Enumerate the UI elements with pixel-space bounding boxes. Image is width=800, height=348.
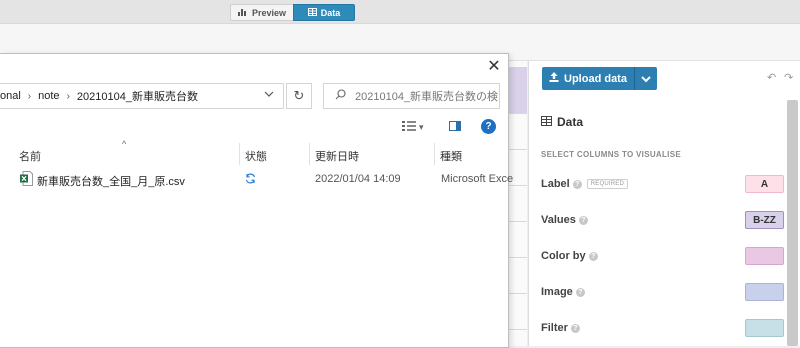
field-label: Image	[541, 286, 573, 298]
excel-file-icon	[20, 171, 33, 186]
field-label: Values	[541, 214, 576, 226]
search-icon	[335, 89, 346, 103]
required-badge: REQUIRED	[586, 179, 629, 189]
preview-tab[interactable]: Preview	[230, 4, 293, 21]
data-heading-label: Data	[557, 115, 584, 129]
field-label: Label	[541, 178, 570, 190]
chevron-down-icon[interactable]	[264, 89, 274, 100]
breadcrumb-item[interactable]: onal	[0, 90, 21, 102]
data-section-heading: Data	[541, 115, 583, 129]
chevron-right-icon: ›	[27, 90, 32, 102]
column-header-type[interactable]: 種類	[440, 148, 462, 164]
view-toggle: Preview Data	[230, 4, 355, 21]
caret-down-icon: ▾	[419, 121, 424, 132]
refresh-icon: ↻	[293, 88, 305, 103]
help-icon[interactable]: ?	[575, 287, 585, 297]
breadcrumb-item[interactable]: 20210104_新車販売台数	[77, 88, 198, 104]
chevron-down-icon	[641, 72, 651, 86]
field-row-values: Values ? B-ZZ	[541, 211, 786, 229]
column-divider[interactable]	[434, 143, 435, 165]
column-selector-filter[interactable]	[745, 319, 784, 337]
file-type: Microsoft Exce	[441, 173, 514, 185]
field-label: Filter	[541, 322, 568, 334]
field-row-color-by: Color by ?	[541, 247, 786, 265]
breadcrumb-item[interactable]: note	[38, 90, 59, 102]
sync-status-icon	[245, 173, 256, 187]
table-icon	[307, 7, 317, 18]
file-modified: 2022/01/04 14:09	[315, 173, 401, 185]
list-view-icon	[402, 121, 416, 133]
help-icon[interactable]: ?	[588, 251, 598, 261]
column-selector-image[interactable]	[745, 283, 784, 301]
file-row[interactable]: 新車販売台数_全国_月_原.csv 2022/01/04 14:09 Micro…	[0, 169, 513, 189]
upload-options-dropdown[interactable]	[634, 67, 657, 90]
help-icon[interactable]: ?	[481, 119, 496, 134]
upload-data-button[interactable]: Upload data	[542, 67, 634, 90]
dialog-toolbar: ▾ ?	[0, 114, 508, 140]
column-selector-color-by[interactable]	[745, 247, 784, 265]
refresh-button[interactable]: ↻	[286, 83, 312, 109]
address-bar[interactable]: onal › note › 20210104_新車販売台数	[0, 83, 284, 109]
column-selector-label[interactable]: A	[745, 175, 784, 193]
data-label: Data	[320, 7, 341, 18]
view-options-button[interactable]: ▾	[402, 121, 424, 133]
upload-icon	[549, 72, 559, 85]
upload-data-label: Upload data	[564, 72, 627, 85]
column-selector-values[interactable]: B-ZZ	[745, 211, 784, 229]
file-name: 新車販売台数_全国_月_原.csv	[37, 176, 185, 188]
field-row-filter: Filter ?	[541, 319, 786, 337]
sort-ascending-icon: ^	[122, 139, 127, 149]
field-row-label: Label ? REQUIRED A	[541, 175, 786, 193]
preview-pane-icon[interactable]	[449, 121, 461, 131]
file-list-header: ^ 名前 状態 更新日時 種類	[0, 139, 508, 165]
search-input[interactable]: 20210104_新車販売台数の検...	[323, 83, 500, 109]
field-label: Color by	[541, 250, 586, 262]
undo-icon[interactable]: ↶	[767, 71, 776, 84]
redo-icon[interactable]: ↷	[784, 71, 793, 84]
column-header-modified[interactable]: 更新日時	[315, 148, 359, 164]
preview-label: Preview	[251, 7, 287, 18]
select-columns-heading: SELECT COLUMNS TO VISUALISE	[541, 150, 681, 159]
search-placeholder: 20210104_新車販売台数の検...	[355, 91, 500, 103]
data-tab[interactable]: Data	[293, 4, 355, 21]
help-icon[interactable]: ?	[578, 215, 588, 225]
chart-icon	[237, 8, 248, 18]
column-divider[interactable]	[309, 143, 310, 165]
column-header-status[interactable]: 状態	[245, 148, 267, 164]
data-panel: Upload data ↶ ↷ Data SELECT COLUMNS TO V…	[528, 61, 800, 346]
top-bar: Preview Data	[0, 0, 800, 24]
close-icon[interactable]: ✕	[486, 56, 502, 76]
chevron-right-icon: ›	[66, 90, 70, 102]
panel-scrollbar[interactable]	[787, 100, 798, 346]
table-icon	[541, 115, 552, 129]
file-open-dialog: ✕ onal › note › 20210104_新車販売台数 ↻ 202101…	[0, 53, 513, 348]
column-divider[interactable]	[239, 143, 240, 165]
upload-data-button-group: Upload data	[542, 67, 657, 90]
column-header-name[interactable]: 名前	[19, 148, 41, 164]
field-row-image: Image ?	[541, 283, 786, 301]
help-icon[interactable]: ?	[570, 323, 580, 333]
help-icon[interactable]: ?	[572, 179, 582, 189]
